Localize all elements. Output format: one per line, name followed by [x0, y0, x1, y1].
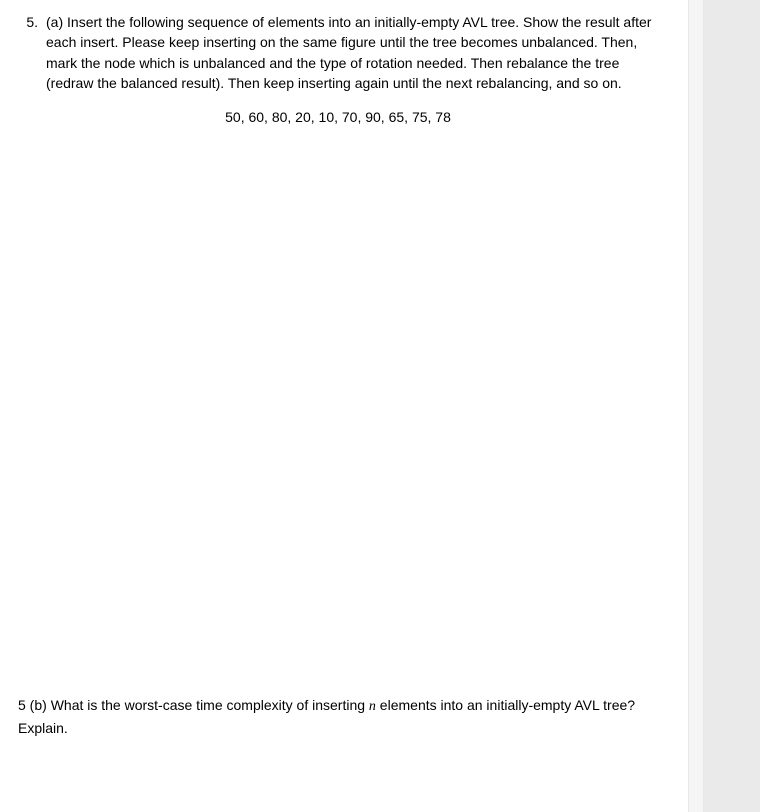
question-body: (a) Insert the following sequence of ele… [46, 12, 670, 127]
scrollbar-track[interactable] [688, 0, 704, 812]
part-a-text: (a) Insert the following sequence of ele… [46, 12, 670, 93]
part-a-label: (a) [46, 14, 63, 30]
page-content: 5. (a) Insert the following sequence of … [0, 0, 688, 812]
part-b-text-before: What is the worst-case time complexity o… [51, 697, 369, 713]
part-b-label: 5 (b) [18, 697, 47, 713]
question-5b: 5 (b) What is the worst-case time comple… [18, 695, 670, 738]
sequence-values: 50, 60, 80, 20, 10, 70, 90, 65, 75, 78 [6, 107, 670, 127]
part-a-body: Insert the following sequence of element… [46, 14, 651, 91]
question-5a: 5. (a) Insert the following sequence of … [18, 12, 670, 127]
workspace-blank [18, 135, 670, 695]
variable-n: n [369, 699, 376, 714]
